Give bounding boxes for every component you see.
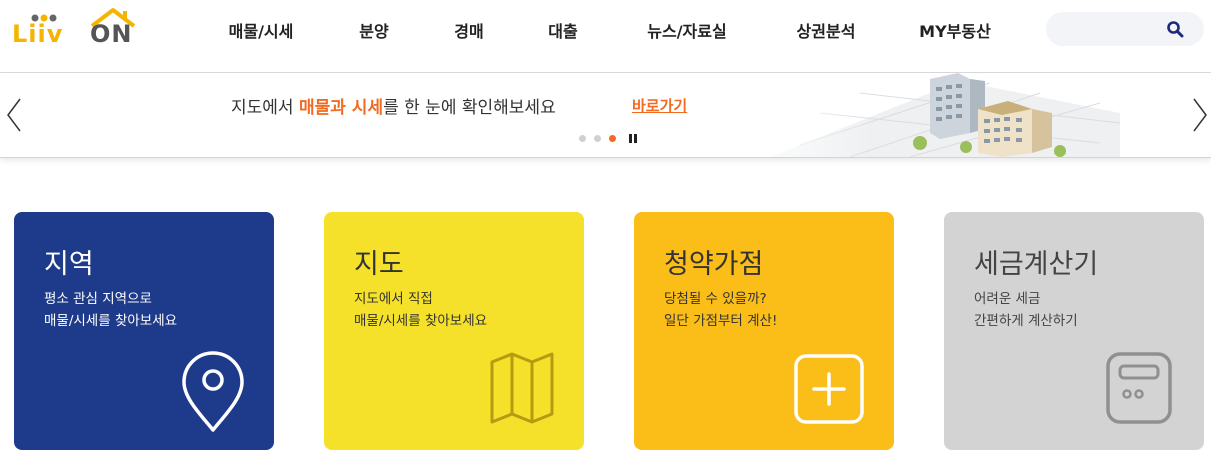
search-box [1046,12,1204,46]
card-map-desc: 지도에서 직접 매물/시세를 찾아보세요 [354,288,487,332]
nav-item-commercial[interactable]: 상권분석 [797,18,856,42]
banner-next-arrow-icon[interactable] [1190,95,1210,135]
banner-text-before: 지도에서 [231,98,299,118]
card-map-desc-line-2: 매물/시세를 찾아보세요 [354,313,488,329]
card-tax-calculator[interactable]: 세금계산기 어려운 세금 간편하게 계산하기 [944,212,1204,450]
location-pin-icon [182,351,244,432]
banner-headline: 지도에서 매물과 시세를 한 눈에 확인해보세요 [231,93,556,118]
pagination-dot-3[interactable] [609,135,616,142]
liiv-on-logo[interactable]: Liiv ON [12,6,137,48]
card-map-desc-line-1: 지도에서 직접 [354,291,433,307]
calculator-icon [1106,352,1172,424]
plus-box-icon [794,354,864,424]
card-region-desc: 평소 관심 지역으로 매물/시세를 찾아보세요 [44,288,177,332]
card-map-title: 지도 [354,249,404,280]
card-tax-desc-line-1: 어려운 세금 [974,291,1041,307]
header: Liiv ON 매물/시세 분양 경매 대출 뉴스/자료실 상권분석 MY부동산 [0,0,1211,73]
nav-item-listings[interactable]: 매물/시세 [229,18,294,42]
card-region-desc-line-2: 매물/시세를 찾아보세요 [44,313,178,329]
card-region[interactable]: 지역 평소 관심 지역으로 매물/시세를 찾아보세요 [14,212,274,450]
nav-item-loan[interactable]: 대출 [548,18,577,42]
banner-shortcut-link[interactable]: 바로가기 [632,95,687,116]
pagination-dot-2[interactable] [594,135,601,142]
banner-prev-arrow-icon[interactable] [4,95,24,135]
promo-banner: 지도에서 매물과 시세를 한 눈에 확인해보세요 바로가기 [0,73,1211,158]
apartment-illustration [740,73,1120,157]
banner-text-highlight: 매물과 시세 [298,98,384,118]
nav-item-auction[interactable]: 경매 [454,18,483,42]
banner-text-after: 를 한 눈에 확인해보세요 [383,98,556,118]
pagination-dot-1[interactable] [579,135,586,142]
logo-on-text: ON [90,20,133,48]
card-subscription-desc-line-2: 일단 가점부터 계산! [664,313,778,329]
card-region-desc-line-1: 평소 관심 지역으로 [44,291,152,307]
logo-liiv-text: Liiv [12,20,64,48]
card-subscription-desc-line-1: 당첨될 수 있을까? [664,291,767,307]
card-tax-title: 세금계산기 [974,249,1099,280]
card-subscription-score[interactable]: 청약가점 당첨될 수 있을까? 일단 가점부터 계산! [634,212,894,450]
card-tax-desc-line-2: 간편하게 계산하기 [974,313,1078,329]
pause-icon[interactable] [629,134,637,143]
nav-item-news[interactable]: 뉴스/자료실 [647,18,726,42]
card-tax-desc: 어려운 세금 간편하게 계산하기 [974,288,1078,332]
search-input[interactable] [1060,18,1164,42]
card-subscription-title: 청약가점 [664,249,764,280]
search-icon[interactable] [1166,20,1184,38]
map-icon [490,352,554,424]
card-region-title: 지역 [44,249,94,280]
nav-item-my-realestate[interactable]: MY부동산 [919,18,991,42]
card-subscription-desc: 당첨될 수 있을까? 일단 가점부터 계산! [664,288,777,332]
nav-item-presale[interactable]: 분양 [359,18,388,42]
card-map[interactable]: 지도 지도에서 직접 매물/시세를 찾아보세요 [324,212,584,450]
